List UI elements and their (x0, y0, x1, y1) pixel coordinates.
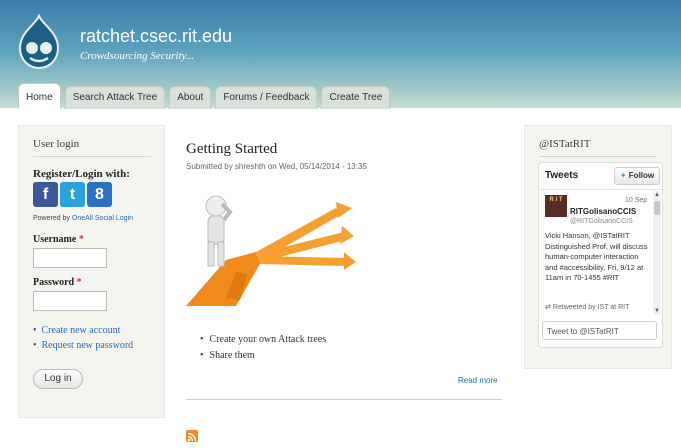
tweets-label: Tweets (545, 170, 579, 181)
register-login-label: Register/Login with: (33, 168, 130, 180)
tweet-handle[interactable]: @RITGolisanoCCIS (570, 218, 633, 225)
tweet-to-input[interactable]: Tweet to @ISTatRIT (542, 321, 657, 340)
retweet-info: ⇄ Retweeted by IST at RIT (545, 303, 629, 311)
submitted-info: Submitted by shreshth on Wed, 05/14/2014… (186, 162, 367, 171)
tab-forums-feedback[interactable]: Forums / Feedback (215, 86, 318, 109)
read-more-link[interactable]: Read more (458, 376, 498, 385)
follow-button[interactable]: ✦ Follow (614, 167, 660, 185)
username-label-text: Username (33, 234, 77, 245)
widget-divider (539, 189, 662, 190)
login-button[interactable]: Log in (33, 369, 83, 389)
username-input[interactable] (33, 248, 107, 268)
oneall-link[interactable]: OneAll Social Login (72, 215, 133, 222)
crossroads-illustration-icon (186, 195, 356, 306)
twitter-icon[interactable]: t (60, 182, 85, 207)
node-bullet-list: • Create your own Attack trees • Share the… (200, 332, 326, 364)
powered-by: Powered by OneAll Social Login (33, 215, 133, 222)
follow-label: Follow (628, 171, 655, 180)
tab-create-tree[interactable]: Create Tree (321, 86, 391, 109)
required-mark: * (76, 277, 82, 288)
list-item: • Create your own Attack trees (200, 332, 326, 348)
create-account-row: • Create new account (33, 323, 133, 338)
twitter-bird-icon: ✦ (619, 171, 627, 180)
rss-glyph-icon (187, 432, 197, 442)
retweet-text: Retweeted by IST at RIT (552, 304, 630, 311)
list-item-text: Create your own Attack trees (209, 334, 327, 345)
scroll-down-arrow-icon[interactable]: ▼ (653, 307, 661, 315)
powered-prefix: Powered by (33, 215, 70, 222)
site-header: ratchet.csec.rit.edu Crowdsourcing Secur… (0, 0, 681, 109)
social-login-icons: f t 8 (33, 182, 112, 207)
twitter-block: @ISTatRIT Tweets ✦ Follow R I T 10 Sep R… (524, 125, 672, 369)
list-item-text: Share them (209, 350, 255, 361)
bullet: • (33, 340, 37, 351)
content-divider (186, 399, 502, 400)
password-label: Password * (33, 277, 82, 288)
twitter-timeline-widget: Tweets ✦ Follow R I T 10 Sep RITGolisano… (538, 162, 663, 348)
username-label: Username * (33, 234, 84, 245)
google-icon[interactable]: 8 (87, 182, 112, 207)
block-divider (539, 156, 657, 157)
retweet-icon: ⇄ (545, 304, 551, 311)
list-item: • Share them (200, 348, 326, 364)
request-password-row: • Request new password (33, 338, 133, 353)
tweet-date[interactable]: 10 Sep (625, 197, 647, 204)
required-mark: * (78, 234, 84, 245)
bullet: • (200, 350, 204, 361)
twitter-block-title: @ISTatRIT (539, 138, 591, 150)
node-title[interactable]: Getting Started (186, 141, 277, 158)
scroll-up-arrow-icon[interactable]: ▲ (653, 191, 661, 199)
tab-search-attack-tree[interactable]: Search Attack Tree (64, 86, 166, 109)
password-input[interactable] (33, 291, 107, 311)
user-login-block: User login Register/Login with: f t 8 Po… (18, 125, 165, 418)
block-divider (33, 156, 151, 157)
user-login-title: User login (33, 138, 80, 150)
main-tabs: Home Search Attack Tree About Forums / F… (18, 83, 391, 109)
facebook-icon[interactable]: f (33, 182, 58, 207)
site-slogan: Crowdsourcing Security... (80, 50, 195, 62)
tab-home[interactable]: Home (18, 83, 61, 109)
tweet-author[interactable]: RITGolisanoCCIS (570, 207, 636, 216)
timeline-scrollbar[interactable]: ▲ ▼ (653, 191, 661, 315)
bullet: • (200, 334, 204, 345)
tweet-avatar[interactable]: R I T (545, 195, 567, 217)
tweet-text: Vicki Hanson, @ISTatRIT Distinguished Pr… (545, 231, 648, 282)
scroll-thumb[interactable] (654, 201, 660, 215)
tab-about[interactable]: About (169, 86, 212, 109)
drupal-logo-icon[interactable] (14, 14, 64, 70)
site-name[interactable]: ratchet.csec.rit.edu (80, 26, 232, 47)
create-account-link[interactable]: Create new account (42, 325, 121, 336)
bullet: • (33, 325, 37, 336)
account-links: • Create new account • Request new passwor… (33, 323, 133, 353)
request-password-link[interactable]: Request new password (42, 340, 134, 351)
rss-feed-icon[interactable] (186, 430, 198, 442)
password-label-text: Password (33, 277, 75, 288)
